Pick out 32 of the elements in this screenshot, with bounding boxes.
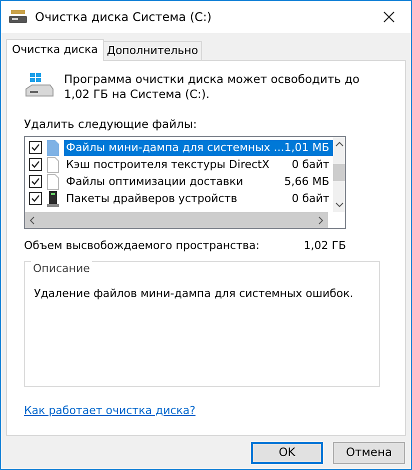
description-text: Удаление файлов мини-дампа для системных ошибок. bbox=[34, 286, 354, 302]
document-icon bbox=[47, 156, 59, 173]
scroll-right-icon[interactable] bbox=[318, 216, 324, 225]
window-title: Очистка диска Система (C:) bbox=[35, 9, 213, 26]
file-row[interactable]: Кэш построителя текстуры DirectX 0 байт bbox=[64, 156, 334, 173]
scroll-up-icon[interactable] bbox=[334, 141, 344, 148]
dialog-button[interactable]: Отмена bbox=[333, 442, 405, 464]
checkbox[interactable] bbox=[29, 141, 42, 154]
vertical-scrollbar[interactable] bbox=[333, 137, 345, 212]
dialog-button[interactable]: OK bbox=[251, 442, 323, 464]
file-row[interactable]: Файлы мини-дампа для системных ...1,01 МБ bbox=[64, 140, 334, 156]
total-value: 1,02 ГБ bbox=[304, 238, 347, 254]
file-row[interactable]: Файлы оптимизации доставки 5,66 МБ bbox=[64, 174, 334, 190]
checkbox[interactable] bbox=[29, 158, 42, 172]
intro-text: Программа очистки диска может освободить до 1,02 ГБ на Система (C:). bbox=[64, 72, 361, 102]
total-label: Объем высвобождаемого пространства: bbox=[24, 238, 260, 254]
horizontal-scrollbar[interactable] bbox=[25, 212, 328, 228]
tab[interactable]: Дополнительно bbox=[104, 41, 202, 60]
files-label: Удалить следующие файлы: bbox=[24, 116, 198, 133]
help-link[interactable]: Как работает очистка диска? bbox=[24, 402, 388, 420]
device-icon bbox=[47, 190, 59, 207]
checkbox[interactable] bbox=[29, 175, 42, 188]
document-icon bbox=[47, 174, 59, 190]
tab[interactable]: Очистка диска bbox=[6, 39, 104, 61]
scroll-left-icon[interactable] bbox=[29, 216, 35, 225]
document-icon bbox=[47, 140, 59, 156]
checkbox[interactable] bbox=[29, 192, 42, 206]
close-icon[interactable] bbox=[383, 11, 395, 23]
file-row[interactable]: Пакеты драйверов устройств 0 байт bbox=[64, 190, 334, 207]
scroll-down-icon[interactable] bbox=[334, 202, 344, 208]
scrollbar-thumb[interactable] bbox=[333, 164, 345, 182]
disk-cleanup-icon bbox=[9, 10, 27, 24]
